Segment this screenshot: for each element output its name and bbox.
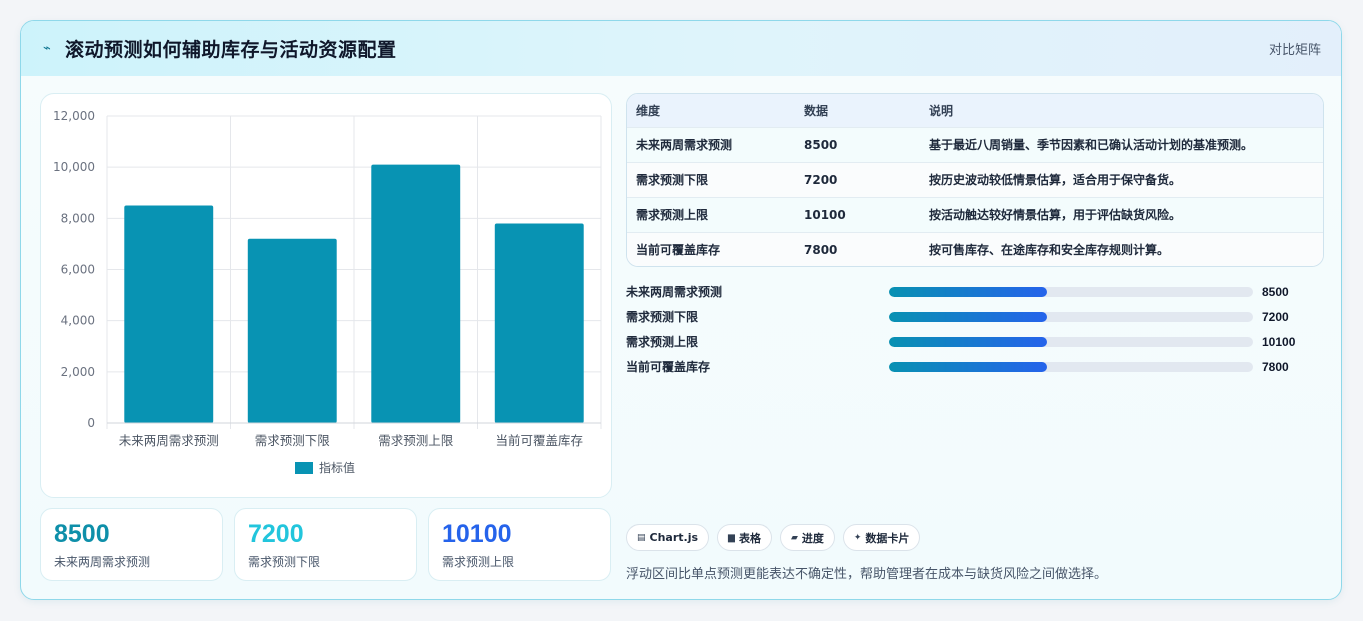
view-tag: 对比矩阵 bbox=[1268, 43, 1321, 58]
chip-label: 数据卡片 bbox=[865, 531, 910, 545]
progress-value: 7800 bbox=[1262, 359, 1289, 374]
x-tick-label: 当前可覆盖库存 bbox=[495, 433, 583, 448]
column-header: 数据 bbox=[804, 103, 829, 118]
legend-label: 指标值 bbox=[319, 460, 355, 475]
progress-row: 需求预测上限 10100 bbox=[626, 329, 1326, 354]
progress-label: 需求预测下限 bbox=[626, 310, 699, 324]
chip-label: Chart.js bbox=[649, 531, 699, 544]
bar-chart: 12,000 10,000 8,000 6,000 4,000 2,000 0 未来两周需求预… bbox=[53, 109, 602, 475]
progress-label: 未来两周需求预测 bbox=[626, 285, 723, 299]
table-cell: 基于最近八周销量、季节因素和已确认活动计划的基准预测。 bbox=[929, 138, 1254, 152]
table-cell: 按活动触达较好情景估算，用于评估缺货风险。 bbox=[929, 208, 1182, 222]
progress-fill bbox=[889, 361, 1048, 372]
table-cell: 需求预测上限 bbox=[636, 208, 709, 222]
progress-icon: ▰ bbox=[790, 532, 798, 543]
column-header: 维度 bbox=[636, 103, 661, 118]
table-cell: 未来两周需求预测 bbox=[636, 138, 733, 152]
y-tick-label: 2,000 bbox=[61, 365, 95, 379]
chart-icon: ▤ bbox=[637, 532, 646, 543]
bar bbox=[494, 223, 584, 423]
kpi-card: 7200 需求预测下限 bbox=[234, 508, 417, 581]
chip-label: 进度 bbox=[801, 531, 824, 545]
kpi-label: 需求预测下限 bbox=[248, 555, 321, 569]
kpi-value: 10100 bbox=[442, 520, 512, 548]
progress-value: 7200 bbox=[1262, 309, 1289, 324]
table-cell: 10100 bbox=[804, 207, 846, 222]
progress-label: 需求预测上限 bbox=[626, 335, 699, 349]
chip-label: 表格 bbox=[738, 531, 761, 545]
table-cell: 当前可覆盖库存 bbox=[636, 243, 721, 258]
kpi-card: 10100 需求预测上限 bbox=[428, 508, 611, 581]
progress-track bbox=[889, 311, 1253, 322]
kpi-label: 未来两周需求预测 bbox=[54, 555, 151, 569]
progress-row: 当前可覆盖库存 7800 bbox=[626, 354, 1326, 379]
kpi-value: 8500 bbox=[54, 520, 110, 548]
report-card: ⌁ 滚动预测如何辅助库存与活动资源配置 对比矩阵 12,000 10,000 8,0… bbox=[20, 20, 1342, 600]
y-tick-label: 12,000 bbox=[53, 109, 95, 123]
x-tick-label: 需求预测下限 bbox=[255, 433, 331, 448]
tech-chip: ▰ 进度 bbox=[779, 524, 835, 551]
card-header: ⌁ 滚动预测如何辅助库存与活动资源配置 对比矩阵 bbox=[21, 21, 1341, 76]
tech-chip: ✦ 数据卡片 bbox=[842, 524, 921, 551]
progress-fill bbox=[889, 311, 1048, 322]
table-cell: 按历史波动较低情景估算，适合用于保守备货。 bbox=[929, 173, 1182, 187]
y-tick-label: 4,000 bbox=[61, 314, 95, 328]
title-group: ⌁ 滚动预测如何辅助库存与活动资源配置 bbox=[43, 35, 397, 62]
x-tick-label: 需求预测上限 bbox=[378, 433, 454, 448]
x-tick-label: 未来两周需求预测 bbox=[119, 433, 219, 448]
sparkle-icon: ✦ bbox=[853, 532, 862, 543]
table-row: 需求预测下限 7200 按历史波动较低情景估算，适合用于保守备货。 bbox=[627, 162, 1323, 197]
bar bbox=[371, 164, 461, 423]
tech-chip: ▆ 表格 bbox=[717, 524, 772, 551]
progress-fill bbox=[889, 336, 1048, 347]
progress-value: 10100 bbox=[1262, 334, 1296, 349]
bar bbox=[124, 205, 214, 423]
kpi-label: 需求预测上限 bbox=[442, 555, 515, 569]
progress-list: 未来两周需求预测 8500 需求预测下限 7200 需求预测上限 10100 当… bbox=[626, 279, 1326, 379]
tech-chips: ▤ Chart.js ▆ 表格 ▰ 进度 ✦ 数据卡片 bbox=[626, 524, 921, 551]
progress-track bbox=[889, 361, 1253, 372]
bar-chart-panel: 12,000 10,000 8,000 6,000 4,000 2,000 0 未来两周需求预… bbox=[40, 93, 612, 498]
table-row: 当前可覆盖库存 7800 按可售库存、在途库存和安全库存规则计算。 bbox=[627, 232, 1323, 266]
table-cell: 8500 bbox=[804, 137, 838, 152]
tech-chip: ▤ Chart.js bbox=[626, 524, 710, 551]
trend-icon: ⌁ bbox=[43, 41, 51, 56]
table-cell: 7200 bbox=[804, 172, 838, 187]
progress-value: 8500 bbox=[1262, 284, 1289, 299]
footnote: 浮动区间比单点预测更能表达不确定性，帮助管理者在成本与缺货风险之间做选择。 bbox=[626, 567, 1108, 582]
table-icon: ▆ bbox=[728, 532, 735, 543]
y-tick-label: 6,000 bbox=[61, 263, 95, 277]
kpi-card: 8500 未来两周需求预测 bbox=[40, 508, 223, 581]
table-cell: 需求预测下限 bbox=[636, 173, 709, 187]
table-cell: 7800 bbox=[804, 242, 838, 257]
legend-swatch bbox=[295, 462, 313, 474]
page-title: 滚动预测如何辅助库存与活动资源配置 bbox=[65, 39, 397, 61]
progress-track bbox=[889, 286, 1253, 297]
progress-row: 需求预测下限 7200 bbox=[626, 304, 1326, 329]
bar bbox=[247, 238, 337, 423]
kpi-value: 7200 bbox=[248, 520, 304, 548]
y-tick-label: 8,000 bbox=[61, 211, 95, 225]
progress-label: 当前可覆盖库存 bbox=[626, 360, 711, 374]
kpi-cards: 8500 未来两周需求预测 7200 需求预测下限 10100 需求预测上限 bbox=[40, 508, 611, 581]
y-tick-label: 10,000 bbox=[53, 160, 95, 174]
table-row: 需求预测上限 10100 按活动触达较好情景估算，用于评估缺货风险。 bbox=[627, 197, 1323, 232]
table-row: 未来两周需求预测 8500 基于最近八周销量、季节因素和已确认活动计划的基准预测。 bbox=[627, 127, 1323, 162]
progress-track bbox=[889, 336, 1253, 347]
table-header-row: 维度 数据 说明 bbox=[627, 94, 1323, 127]
y-tick-label: 0 bbox=[87, 416, 95, 430]
progress-fill bbox=[889, 286, 1048, 297]
data-table: 维度 数据 说明 未来两周需求预测 8500 基于最近八周销量、季节因素和已确认活动… bbox=[626, 93, 1324, 267]
table-cell: 按可售库存、在途库存和安全库存规则计算。 bbox=[929, 243, 1170, 258]
column-header: 说明 bbox=[929, 103, 954, 118]
progress-row: 未来两周需求预测 8500 bbox=[626, 279, 1326, 304]
